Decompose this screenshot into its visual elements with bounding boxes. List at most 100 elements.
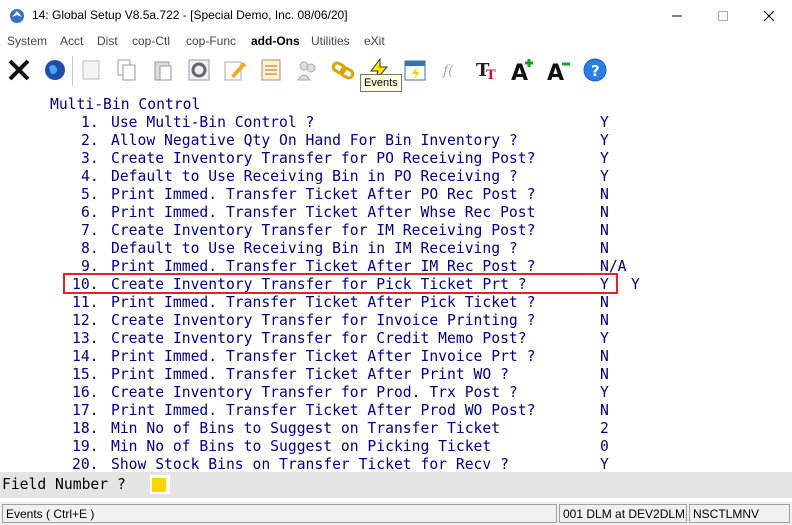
menu-dist[interactable]: Dist (97, 34, 118, 48)
status-hint: Events ( Ctrl+E ) (2, 504, 557, 523)
setting-number: 11. (72, 294, 99, 311)
calendar-icon (404, 60, 426, 81)
settings-button[interactable] (184, 55, 214, 87)
blank-icon (82, 60, 100, 80)
setting-value: N (600, 402, 609, 419)
copy-button[interactable] (112, 55, 142, 87)
svg-text:A: A (547, 61, 564, 82)
setting-row[interactable]: 17. Print Immed. Transfer Ticket After Pr… (0, 402, 792, 420)
setting-row[interactable]: 12. Create Inventory Transfer for Invoice… (0, 312, 792, 330)
setting-row[interactable]: 16. Create Inventory Transfer for Prod. T… (0, 384, 792, 402)
link-button[interactable] (328, 55, 358, 87)
font-decrease-button[interactable]: A (544, 55, 574, 87)
setting-row[interactable]: 2. Allow Negative Qty On Hand For Bin Inv… (0, 132, 792, 150)
help-button[interactable]: ? (580, 55, 610, 87)
setting-label: Min No of Bins to Suggest on Transfer Ti… (111, 420, 501, 437)
setting-value: 0 (600, 438, 609, 455)
setting-value: N (600, 222, 609, 239)
setting-number: 2. (81, 132, 99, 149)
setting-value: Y (600, 384, 609, 401)
close-icon (8, 59, 30, 81)
setting-label: Create Inventory Transfer for Prod. Trx … (111, 384, 518, 401)
close-window-button[interactable] (746, 0, 792, 32)
text-format-button[interactable]: T T (472, 55, 502, 87)
font-decrease-icon: A (547, 61, 570, 82)
menu-system[interactable]: System (7, 34, 47, 48)
setting-label: Create Inventory Transfer for PO Receivi… (111, 150, 536, 167)
setting-value: Y (600, 330, 609, 347)
users-button[interactable] (292, 55, 322, 87)
setting-row[interactable]: 4. Default to Use Receiving Bin in PO Rec… (0, 168, 792, 186)
edit-button[interactable] (220, 55, 250, 87)
setting-label: Default to Use Receiving Bin in IM Recei… (111, 240, 518, 257)
setting-label: Use Multi-Bin Control ? (111, 114, 315, 131)
font-increase-button[interactable]: A (508, 55, 538, 87)
setting-label: Create Inventory Transfer for Invoice Pr… (111, 312, 536, 329)
field-number-label: Field Number ? (2, 476, 126, 493)
notes-button[interactable] (256, 55, 286, 87)
menu-cop-ctl[interactable]: cop-Ctl (132, 34, 170, 48)
setting-value: Y (600, 132, 609, 149)
setting-number: 13. (72, 330, 99, 347)
setting-label: Create Inventory Transfer for IM Receivi… (111, 222, 536, 239)
setting-number: 4. (81, 168, 99, 185)
menu-acct[interactable]: Acct (60, 34, 83, 48)
menu-exit[interactable]: eXit (364, 34, 385, 48)
setting-number: 3. (81, 150, 99, 167)
setting-number: 15. (72, 366, 99, 383)
setting-number: 17. (72, 402, 99, 419)
edit-value[interactable]: Y (631, 276, 640, 293)
setting-value: N (600, 366, 609, 383)
setting-row[interactable]: 5. Print Immed. Transfer Ticket After PO … (0, 186, 792, 204)
setting-number: 6. (81, 204, 99, 221)
globe-button[interactable] (40, 55, 70, 87)
setting-value: N (600, 312, 609, 329)
setting-label: Print Immed. Transfer Ticket After Prod … (111, 402, 536, 419)
maximize-icon (718, 11, 728, 21)
maximize-button[interactable] (700, 0, 746, 32)
setting-label: Allow Negative Qty On Hand For Bin Inven… (111, 132, 518, 149)
setting-row[interactable]: 13. Create Inventory Transfer for Credit … (0, 330, 792, 348)
setting-number: 8. (81, 240, 99, 257)
console-screen: Multi-Bin Control 1. Use Multi-Bin Contro… (0, 94, 792, 473)
setting-label: Print Immed. Transfer Ticket After Invoi… (111, 348, 536, 365)
blank-button[interactable] (76, 55, 106, 87)
setting-value: Y (600, 114, 609, 131)
font-increase-icon: A (511, 59, 533, 82)
setting-row[interactable]: 1. Use Multi-Bin Control ? Y (0, 114, 792, 132)
field-number-input[interactable] (150, 475, 170, 494)
close-icon (764, 11, 774, 21)
setting-row[interactable]: 18. Min No of Bins to Suggest on Transfer… (0, 420, 792, 438)
menu-add-ons[interactable]: add-Ons (251, 34, 300, 48)
setting-row[interactable]: 3. Create Inventory Transfer for PO Recei… (0, 150, 792, 168)
setting-row[interactable]: 11. Print Immed. Transfer Ticket After Pi… (0, 294, 792, 312)
setting-label: Print Immed. Transfer Ticket After PO Re… (111, 186, 536, 203)
setting-value: N (600, 348, 609, 365)
setting-number: 14. (72, 348, 99, 365)
paste-button[interactable] (148, 55, 178, 87)
setting-number: 1. (81, 114, 99, 131)
notes-icon (261, 59, 281, 81)
setting-row[interactable]: 7. Create Inventory Transfer for IM Recei… (0, 222, 792, 240)
menu-cop-func[interactable]: cop-Func (186, 34, 236, 48)
menu-utilities[interactable]: Utilities (311, 34, 350, 48)
svg-text:f(: f( (442, 63, 454, 79)
setting-row[interactable]: 15. Print Immed. Transfer Ticket After Pr… (0, 366, 792, 384)
setting-label: Create Inventory Transfer for Credit Mem… (111, 330, 527, 347)
setting-value: N (600, 204, 609, 221)
setting-number: 7. (81, 222, 99, 239)
text-format-icon: T T (476, 60, 496, 82)
minimize-button[interactable] (654, 0, 700, 32)
setting-row[interactable]: 8. Default to Use Receiving Bin in IM Rec… (0, 240, 792, 258)
title-bar: 14: Global Setup V8.5a.722 - [Special De… (0, 0, 792, 32)
globe-icon (45, 60, 65, 80)
close-tool-button[interactable] (4, 55, 34, 87)
setting-row[interactable]: 19. Min No of Bins to Suggest on Picking … (0, 438, 792, 456)
setting-row[interactable]: 14. Print Immed. Transfer Ticket After In… (0, 348, 792, 366)
script-button[interactable]: f( (436, 55, 466, 87)
copy-icon (117, 59, 136, 81)
selected-row-highlight (63, 273, 618, 294)
help-icon: ? (583, 58, 607, 82)
calendar-button[interactable] (400, 55, 430, 87)
setting-row[interactable]: 6. Print Immed. Transfer Ticket After Whs… (0, 204, 792, 222)
